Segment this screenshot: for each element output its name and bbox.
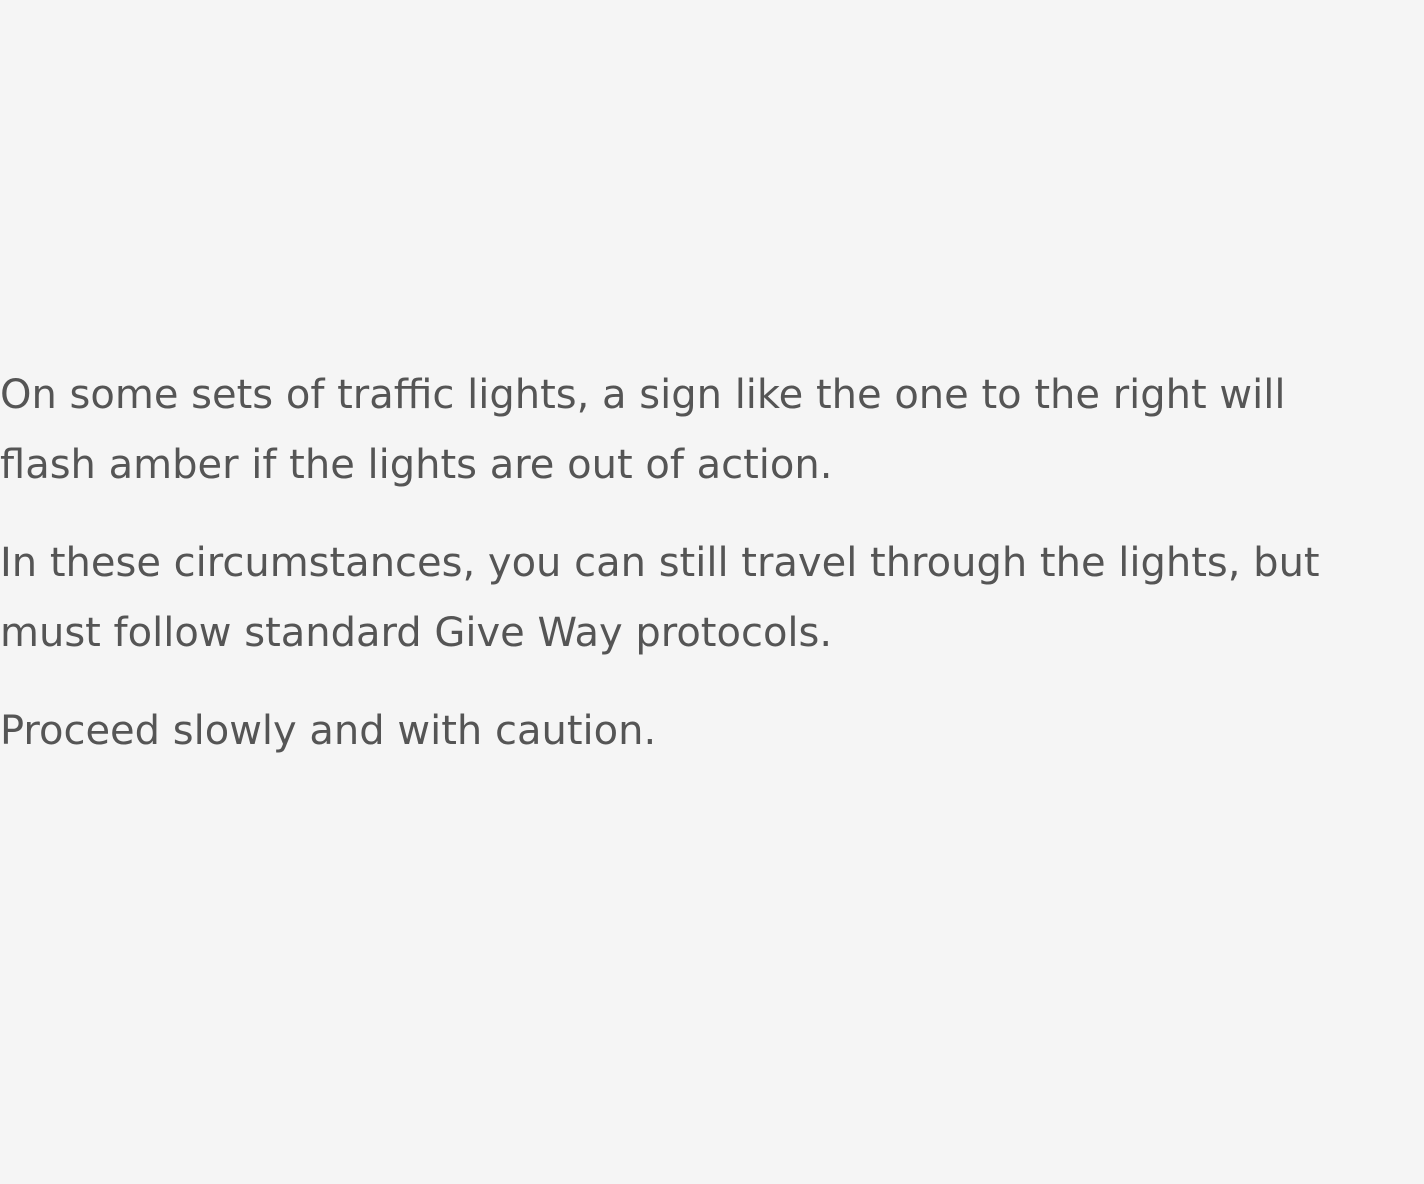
paragraph-sign-description: On some sets of traffic lights, a sign l… <box>0 372 1286 488</box>
paragraph-give-way: In these circumstances, you can still tr… <box>0 540 1320 656</box>
paragraph-caution: Proceed slowly and with caution. <box>0 708 657 754</box>
content-body: On some sets of traffic lights, a sign l… <box>0 360 1380 794</box>
